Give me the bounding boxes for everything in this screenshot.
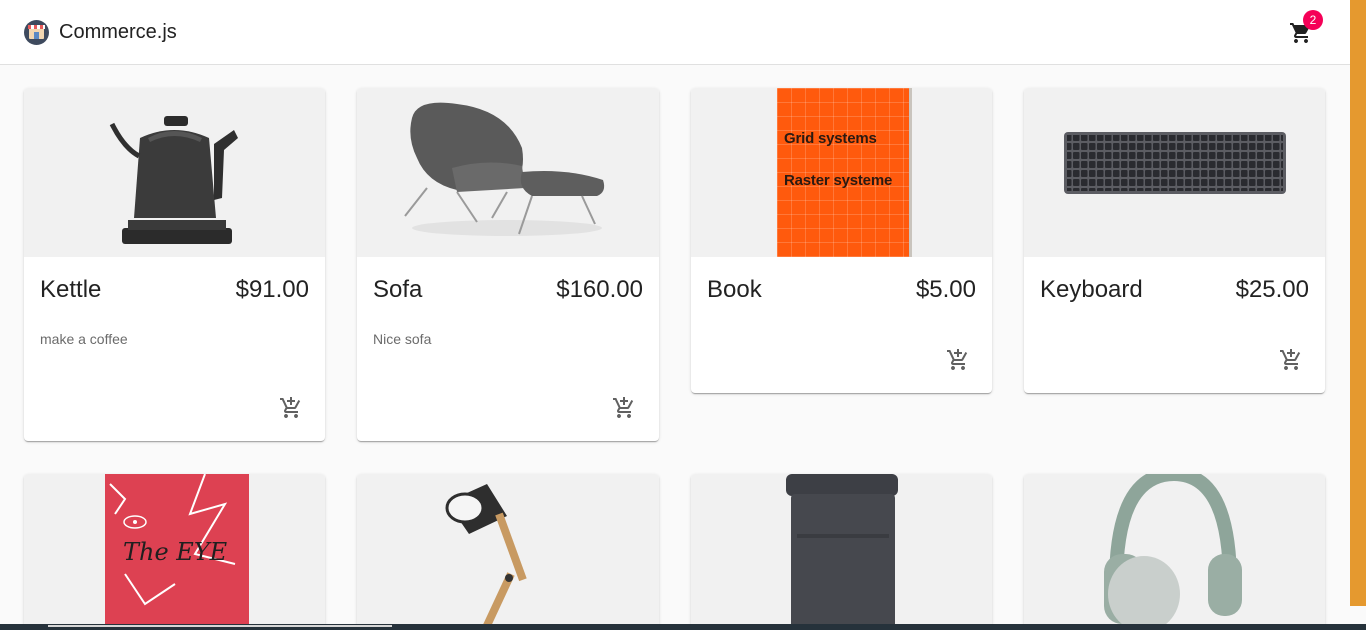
book-cover: Grid systems Raster systeme [777,88,909,257]
cart-count-badge: 2 [1303,10,1323,30]
product-price: $160.00 [556,276,643,303]
product-image-headphones [1024,474,1325,630]
book-cover: The EYE [105,474,249,624]
taskbar-edge [0,624,1366,630]
product-image-lounge-chair [357,88,659,257]
cover-title-line: The EYE [123,538,228,566]
add-to-cart-button[interactable] [279,396,307,424]
product-card-book: Grid systems Raster systeme Book $5.00 [691,88,992,393]
product-name: Keyboard [1040,276,1143,303]
add-to-cart-button[interactable] [612,396,640,424]
product-card-keyboard: Keyboard $25.00 [1024,88,1325,393]
product-card-kettle: Kettle $91.00 make a coffee [24,88,325,441]
add-to-cart-button[interactable] [946,348,974,376]
product-image-backpack [691,474,992,630]
product-card-lamp [357,474,659,630]
app-bar: Commerce.js 2 [0,0,1350,65]
product-name: Kettle [40,276,102,303]
cover-title-line: Raster systeme [784,172,893,189]
add-to-cart-button[interactable] [1279,348,1307,376]
product-image-book-cover: The EYE [24,474,325,630]
cover-title-line: Grid systems [784,130,877,147]
product-card-backpack [691,474,992,630]
product-price: $25.00 [1235,276,1309,303]
product-price: $5.00 [915,276,976,303]
product-image-kettle [24,88,325,257]
brand-title[interactable]: Commerce.js [59,20,177,44]
add-shopping-cart-icon [613,397,634,418]
add-shopping-cart-icon [280,397,301,418]
product-description: Nice sofa [373,331,432,347]
product-description: make a coffee [40,331,128,347]
product-image-book-cover: Grid systems Raster systeme [691,88,992,257]
add-shopping-cart-icon [947,349,968,370]
window-edge-strip [1350,0,1366,606]
add-shopping-cart-icon [1280,349,1301,370]
product-name: Sofa [373,276,423,303]
shop-logo-icon [24,20,49,45]
product-image-desk-lamp [357,474,659,630]
product-card-headphones [1024,474,1325,630]
product-card-sofa: Sofa $160.00 Nice sofa [357,88,659,441]
product-card-the-eye: The EYE [24,474,325,630]
product-name: Book [707,276,762,303]
product-price: $91.00 [235,276,309,303]
product-image-keyboard [1024,88,1325,257]
